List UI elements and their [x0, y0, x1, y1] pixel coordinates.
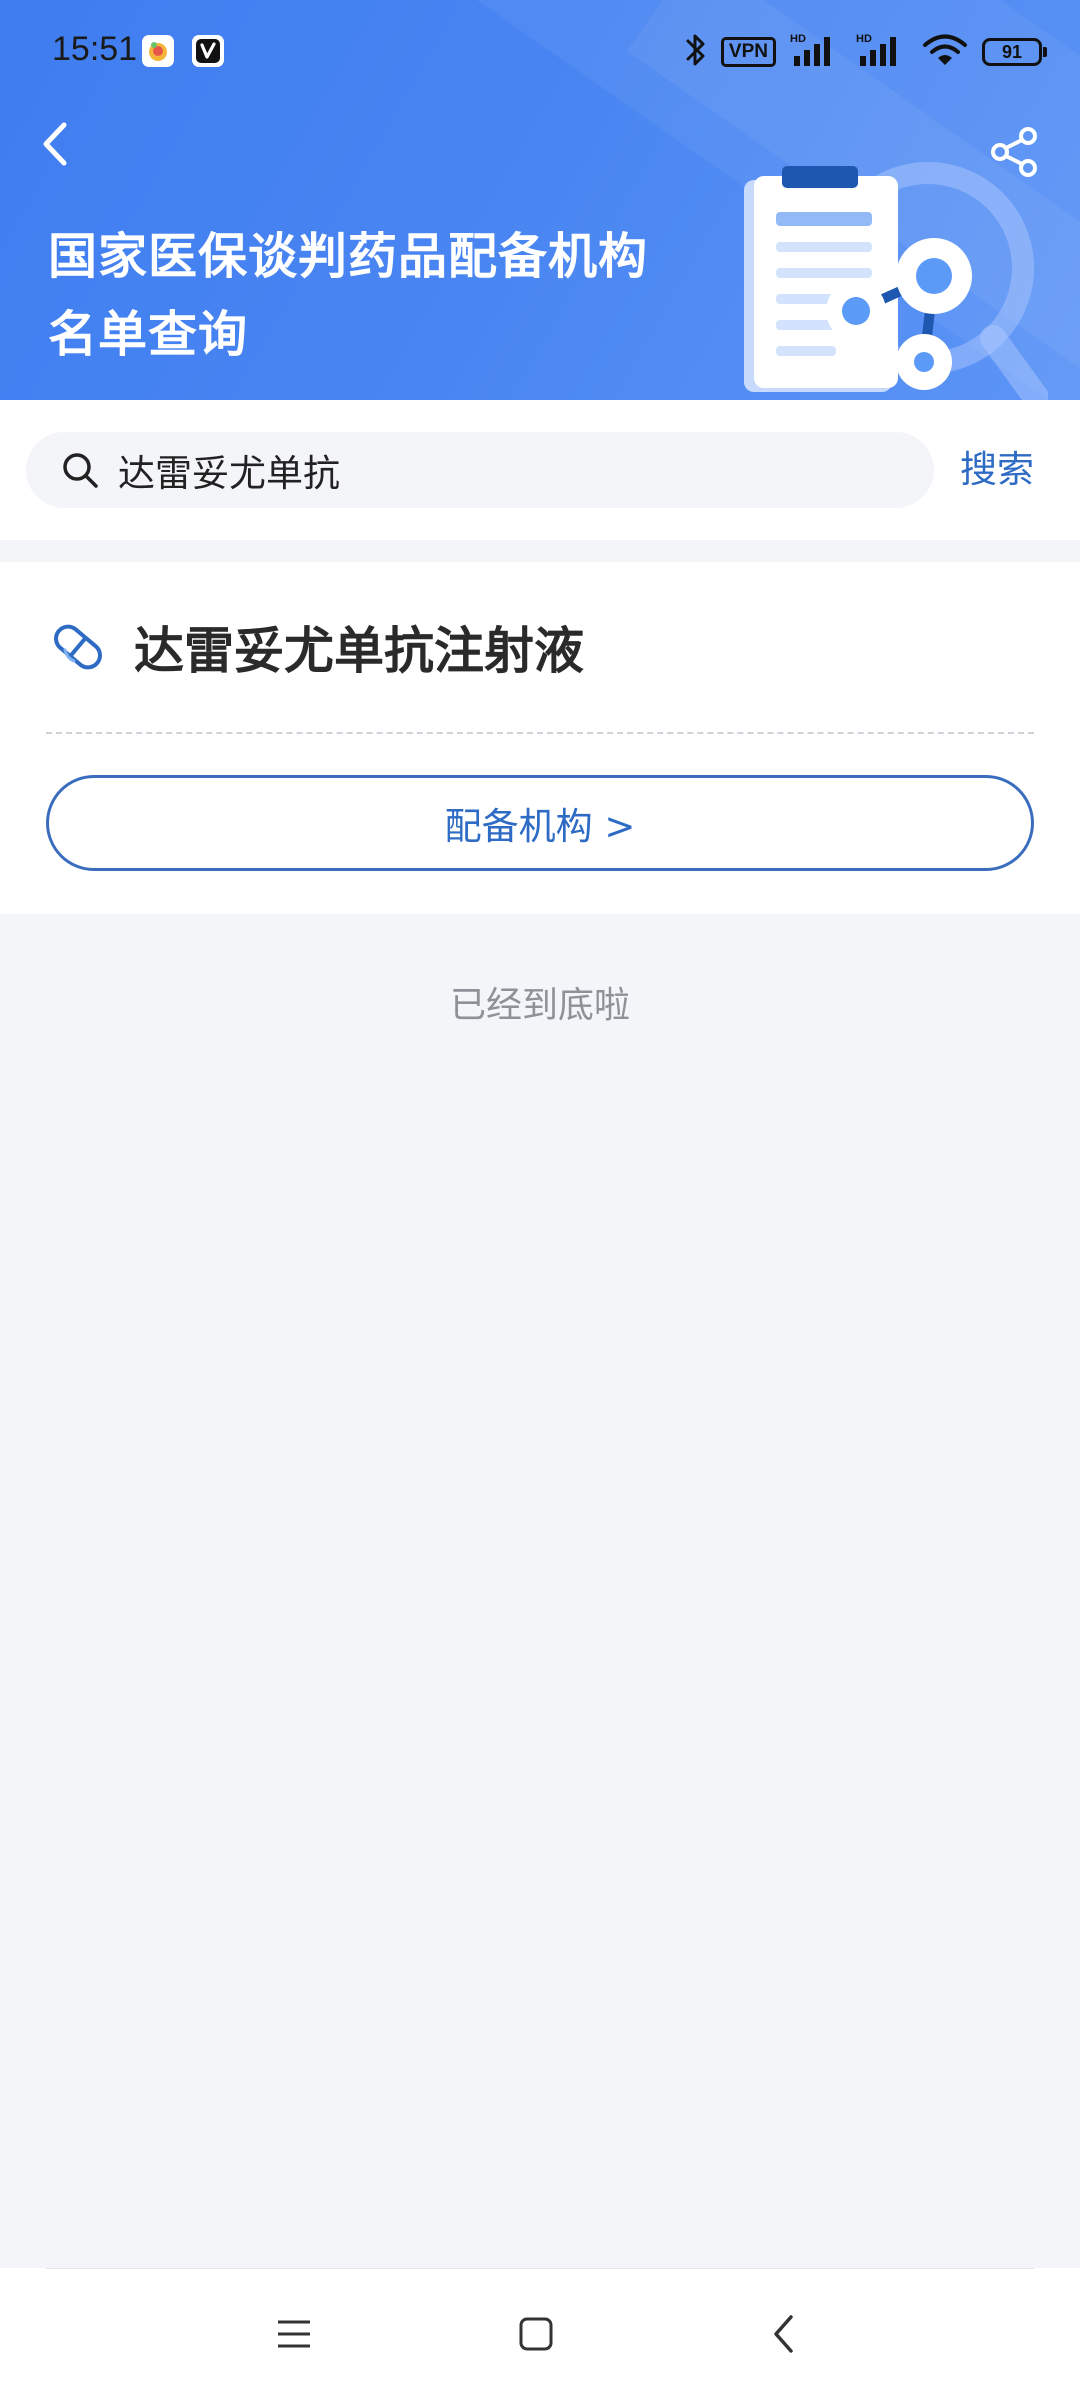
clipboard-search-illustration: [738, 148, 1051, 400]
status-time: 15:51: [52, 30, 138, 68]
search-section: 搜索: [0, 400, 1080, 540]
search-box[interactable]: [26, 432, 934, 508]
drug-name: 达雷妥尤单抗注射液: [134, 622, 584, 680]
header-banner: 15:51 VPN HD HD 91 国家医保谈判药品配备机构 名单查询: [0, 0, 1080, 400]
page-title-line: 国家医保谈判药品配备机构: [48, 228, 649, 285]
back-button[interactable]: [30, 114, 80, 174]
status-icons: VPN HD HD 91: [685, 30, 1047, 74]
result-card: 达雷妥尤单抗注射液 配备机构 >: [0, 562, 1080, 914]
system-nav-bar: [0, 2268, 1080, 2400]
chevron-left-icon: [774, 2315, 793, 2353]
svg-text:HD: HD: [856, 33, 872, 45]
svg-text:HD: HD: [790, 33, 806, 45]
drug-row: 达雷妥尤单抗注射液: [48, 612, 584, 682]
square-icon: [519, 2317, 553, 2351]
end-of-list-text: 已经到底啦: [449, 985, 630, 1026]
app-notification-icon: [142, 35, 174, 67]
page-title-line: 名单查询: [48, 306, 249, 363]
battery-level: 91: [1001, 41, 1023, 62]
wifi-icon: [922, 32, 968, 72]
search-input[interactable]: [116, 447, 934, 493]
pill-icon: [48, 617, 108, 677]
divider: [46, 732, 1034, 734]
menu-icon: [278, 2320, 310, 2348]
page-title: 国家医保谈判药品配备机构 名单查询: [48, 218, 688, 374]
home-button[interactable]: [506, 2304, 566, 2364]
chevron-left-icon: [43, 122, 67, 166]
search-button[interactable]: 搜索: [960, 444, 1034, 496]
signal-icon: HD: [790, 32, 842, 72]
system-back-button[interactable]: [754, 2304, 814, 2364]
divider: [46, 2268, 1034, 2269]
bluetooth-icon: [685, 32, 707, 72]
signal-icon: HD: [856, 32, 908, 72]
status-bar: 15:51 VPN HD HD 91: [0, 0, 1080, 104]
search-icon: [60, 450, 100, 490]
app-notification-icon: [192, 35, 224, 67]
vpn-badge: VPN: [720, 37, 776, 67]
battery-icon: 91: [982, 38, 1047, 66]
institutions-button[interactable]: 配备机构 >: [46, 775, 1034, 871]
recent-apps-button[interactable]: [264, 2304, 324, 2364]
